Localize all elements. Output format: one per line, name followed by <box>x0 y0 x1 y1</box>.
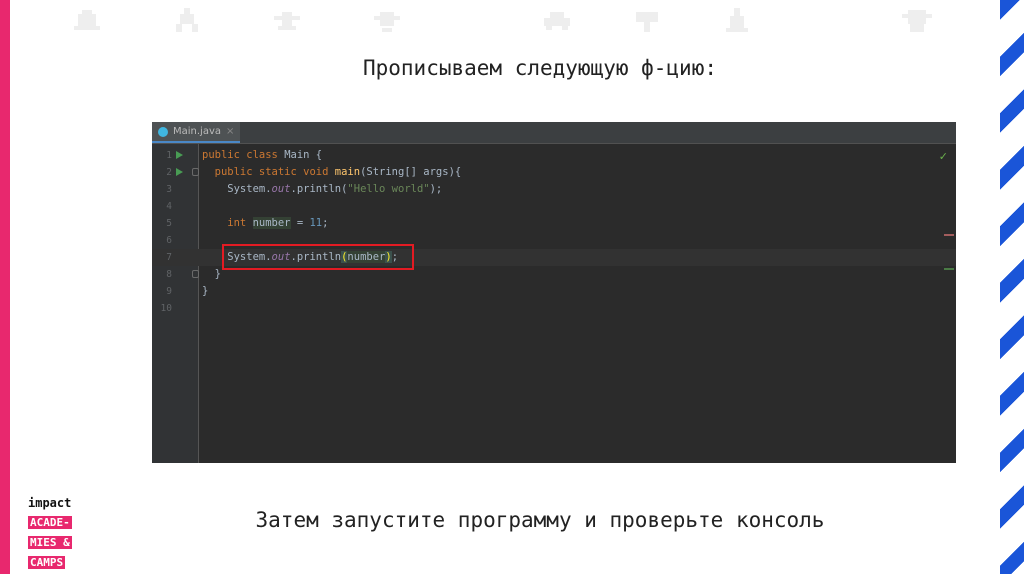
code-line: 10 <box>152 300 956 317</box>
line-number: 6 <box>166 235 172 246</box>
tab-label: Main.java <box>173 126 222 137</box>
line-number: 10 <box>160 303 172 314</box>
editor-tab-bar: Main.java × <box>152 122 956 144</box>
line-number: 7 <box>166 252 172 263</box>
code-line: 5 int number = 11; <box>152 215 956 232</box>
line-number: 2 <box>166 167 172 178</box>
line-number: 4 <box>166 201 172 212</box>
code-editor-window: Main.java × ✓ 1 public class Main { 2 pu… <box>152 122 956 463</box>
logo-line-2: ACADE- <box>28 516 72 529</box>
tab-main-java[interactable]: Main.java × <box>152 122 241 143</box>
close-icon[interactable]: × <box>226 126 234 137</box>
pixel-bug-icon <box>374 12 400 32</box>
code-text: public static void main(String[] args){ <box>202 166 462 178</box>
slide-footer-text: Затем запустите программу и проверьте ко… <box>255 508 825 532</box>
code-text: } <box>202 268 221 280</box>
java-file-icon <box>158 126 168 137</box>
run-icon[interactable] <box>176 151 183 159</box>
line-number: 3 <box>166 184 172 195</box>
code-line: 3 System.out.println("Hello world"); <box>152 181 956 198</box>
line-number: 1 <box>166 150 172 161</box>
pixel-cat-icon <box>274 12 300 30</box>
highlight-box <box>222 244 414 270</box>
decorative-pixel-icons <box>70 6 970 38</box>
code-text: System.out.println("Hello world"); <box>202 183 443 195</box>
line-number: 9 <box>166 286 172 297</box>
line-number: 5 <box>166 218 172 229</box>
code-line: 9 } <box>152 283 956 300</box>
run-icon[interactable] <box>176 168 183 176</box>
fold-icon[interactable] <box>192 168 199 176</box>
left-accent-bar <box>0 0 10 574</box>
logo: impact ACADE- MIES & CAMPS <box>28 497 72 570</box>
code-line: 2 public static void main(String[] args)… <box>152 164 956 181</box>
pixel-car-icon <box>544 12 570 30</box>
slide-heading: Прописываем следующую ф-цию: <box>362 56 717 80</box>
logo-line-3: MIES & <box>28 536 72 549</box>
code-text: public class Main { <box>202 149 323 161</box>
pixel-rocket-icon <box>726 8 748 32</box>
pixel-alien-icon <box>176 8 198 32</box>
code-line: 1 public class Main { <box>152 147 956 164</box>
code-text: int number = 11; <box>202 217 329 229</box>
fold-icon[interactable] <box>192 270 199 278</box>
code-line: 4 <box>152 198 956 215</box>
line-number: 8 <box>166 269 172 280</box>
code-text: } <box>202 285 209 297</box>
pixel-robot-icon <box>74 10 100 30</box>
logo-line-4: CAMPS <box>28 556 66 569</box>
pixel-tree-icon <box>636 12 658 32</box>
pixel-monster-icon <box>902 10 932 32</box>
right-stripe-border <box>1000 0 1024 574</box>
logo-line-1: impact <box>28 496 72 510</box>
